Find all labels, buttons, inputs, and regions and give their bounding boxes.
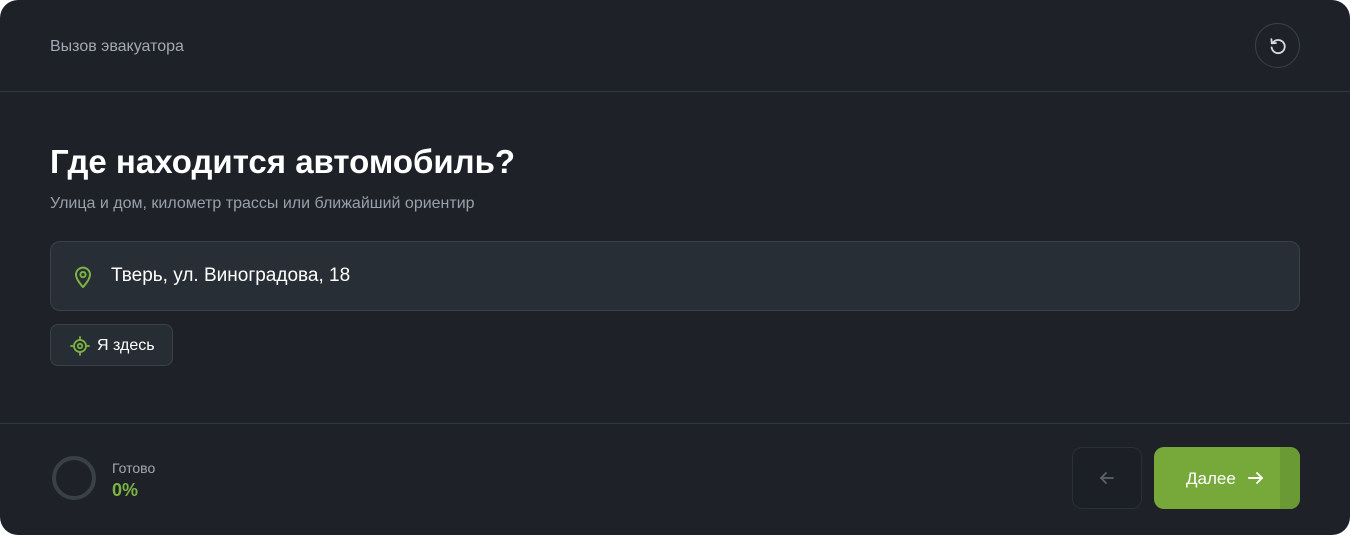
reset-icon bbox=[1270, 37, 1286, 54]
arrow-left-icon bbox=[1100, 472, 1114, 484]
locate-me-button[interactable]: Я здесь bbox=[50, 324, 173, 366]
app-title: Вызов эвакуатора bbox=[50, 38, 184, 55]
arrow-right-icon bbox=[1248, 472, 1263, 484]
progress-ring bbox=[52, 456, 96, 500]
evacuator-call-window: Вызов эвакуатора Где находится автомобил… bbox=[0, 0, 1350, 535]
target-icon bbox=[70, 336, 90, 356]
question-title: Где находится автомобиль? bbox=[50, 143, 516, 180]
locate-me-label: Я здесь bbox=[97, 337, 155, 354]
reset-button[interactable] bbox=[1255, 23, 1300, 68]
next-button-label: Далее bbox=[1186, 469, 1236, 488]
footer: Готово 0% Далее bbox=[0, 423, 1350, 535]
header: Вызов эвакуатора bbox=[0, 0, 1350, 92]
next-button[interactable]: Далее bbox=[1154, 447, 1300, 509]
progress-value: 0% bbox=[112, 480, 139, 500]
back-button[interactable] bbox=[1072, 447, 1142, 509]
map-pin-icon bbox=[75, 266, 91, 288]
address-input[interactable] bbox=[111, 242, 1271, 310]
question-hint: Улица и дом, километр трассы или ближайш… bbox=[50, 195, 475, 212]
progress-label: Готово bbox=[112, 460, 156, 476]
address-field[interactable] bbox=[50, 241, 1300, 311]
next-button-shade bbox=[1280, 447, 1300, 509]
main-content: Где находится автомобиль? Улица и дом, к… bbox=[0, 92, 1350, 423]
